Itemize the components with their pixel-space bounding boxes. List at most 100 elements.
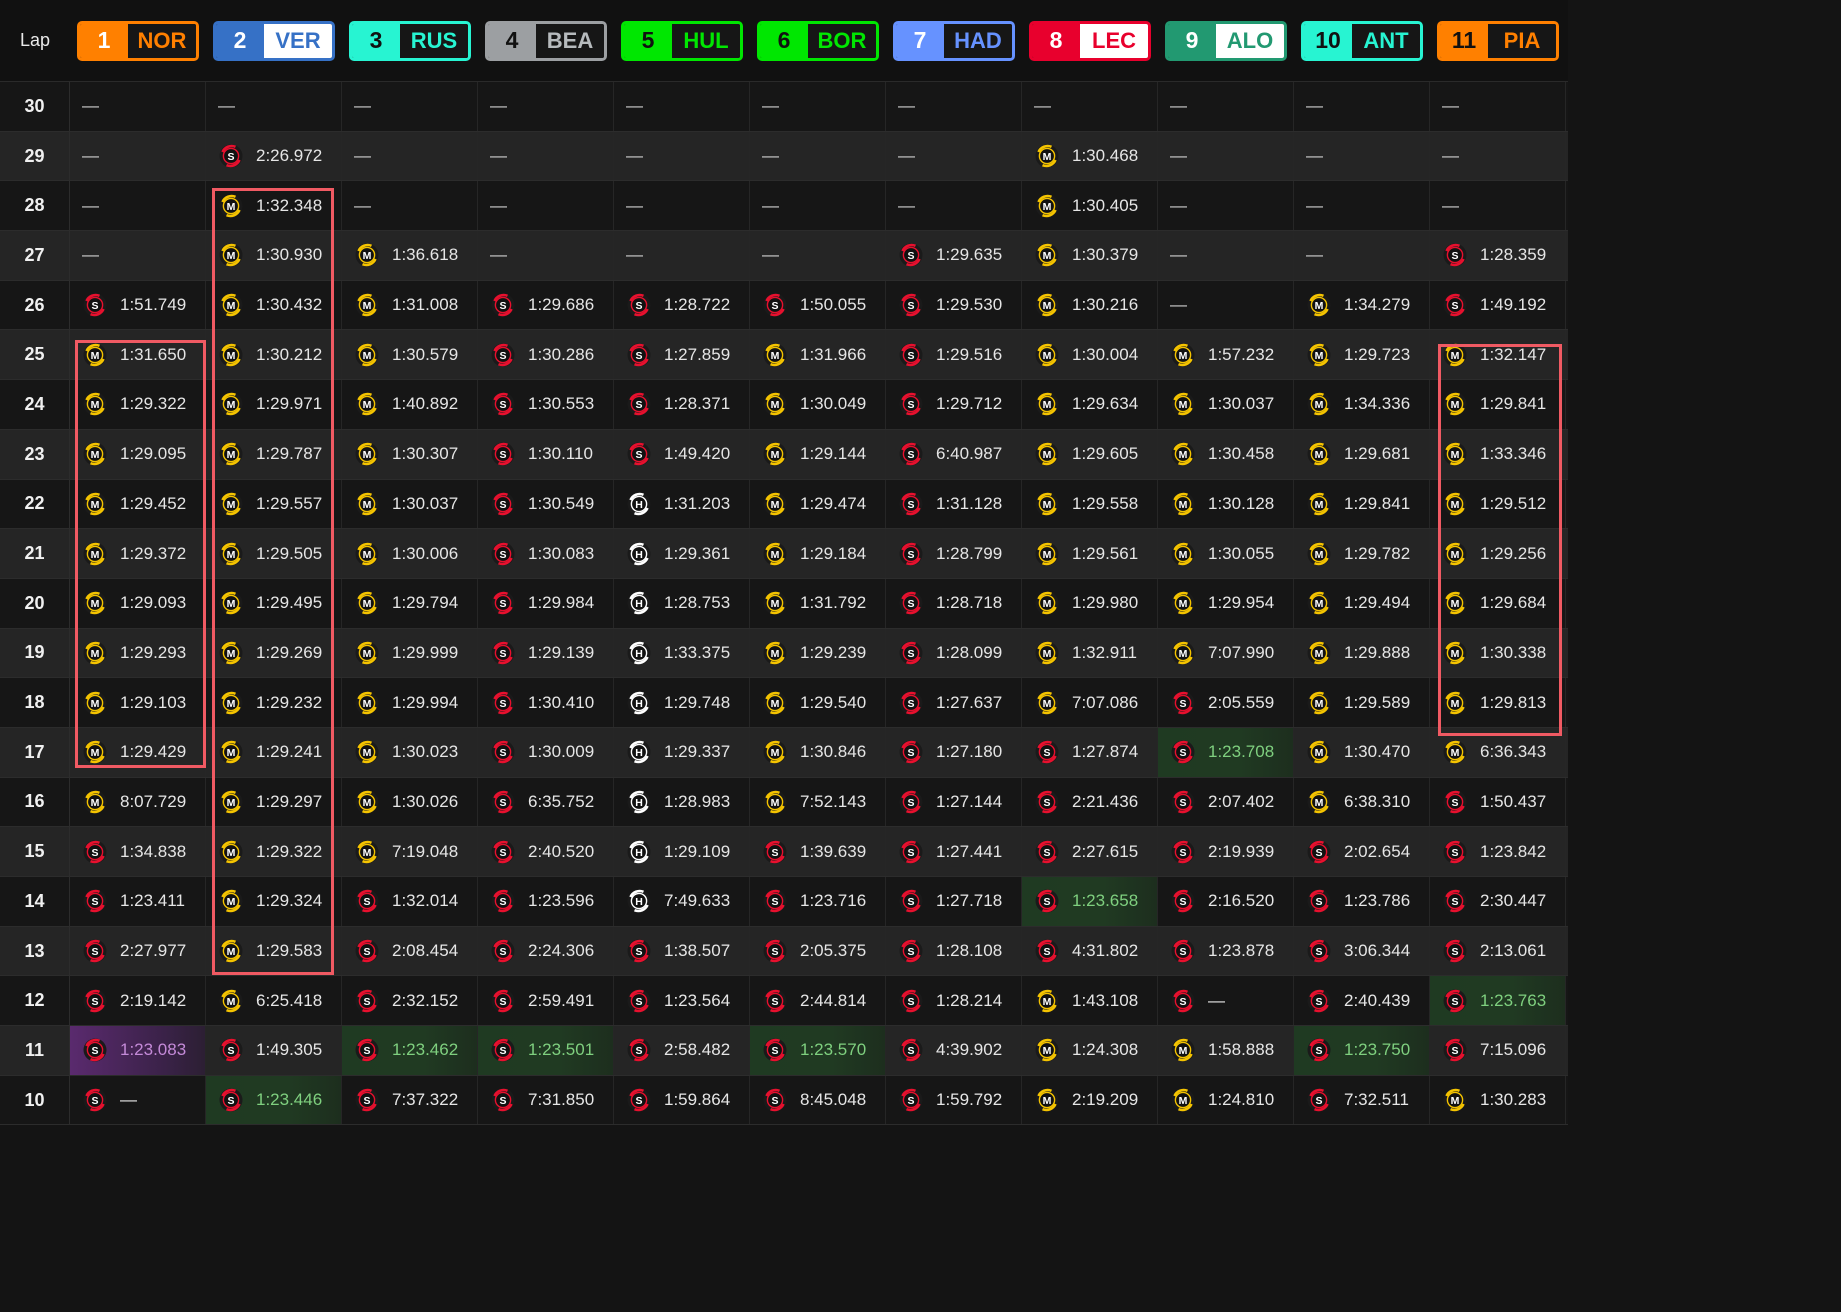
lap-time-cell-hul[interactable]: S 1:28.722 [614, 280, 750, 330]
lap-time-cell-lec[interactable]: M 1:29.980 [1022, 578, 1158, 628]
lap-time-cell-lec[interactable]: M 1:30.004 [1022, 330, 1158, 380]
lap-time-cell-rus[interactable]: M 1:31.008 [342, 280, 478, 330]
lap-time-cell-ver[interactable]: M 1:29.583 [206, 926, 342, 976]
lap-time-cell-ant[interactable]: S 3:06.344 [1294, 926, 1430, 976]
lap-time-cell-bor[interactable]: S 8:45.048 [750, 1075, 886, 1125]
lap-time-cell-lec[interactable]: S 1:27.874 [1022, 727, 1158, 777]
lap-time-cell-bor[interactable]: — [750, 231, 886, 280]
lap-time-cell-alo[interactable]: S 2:05.559 [1158, 678, 1294, 727]
lap-time-cell-nor[interactable]: M 1:29.293 [70, 628, 206, 678]
lap-time-cell-rus[interactable]: M 1:30.037 [342, 479, 478, 529]
lap-time-cell-bea[interactable]: — [478, 131, 614, 181]
lap-time-cell-ver[interactable]: M 1:29.787 [206, 429, 342, 479]
lap-time-cell-nor[interactable]: S 1:23.083 [70, 1026, 206, 1075]
lap-time-cell-had[interactable]: S 1:27.144 [886, 777, 1022, 827]
lap-time-cell-lec[interactable]: M 7:07.086 [1022, 678, 1158, 727]
lap-time-cell-ver[interactable]: M 1:29.322 [206, 827, 342, 876]
lap-time-cell-ver[interactable]: M 1:30.212 [206, 330, 342, 380]
lap-time-cell-pia[interactable]: M 1:30.283 [1430, 1075, 1566, 1125]
lap-time-cell-rus[interactable]: — [342, 131, 478, 181]
lap-time-cell-pia[interactable]: S 1:49.192 [1430, 280, 1566, 330]
lap-time-cell-hul[interactable]: H 1:29.337 [614, 727, 750, 777]
lap-time-cell-alo[interactable]: S 1:23.708 [1158, 727, 1294, 777]
lap-time-cell-alo[interactable]: S 2:19.939 [1158, 827, 1294, 876]
lap-time-cell-bor[interactable]: S 2:05.375 [750, 926, 886, 976]
lap-time-cell-rus[interactable]: M 1:30.006 [342, 529, 478, 578]
lap-time-cell-alo[interactable]: S 2:16.520 [1158, 877, 1294, 926]
lap-time-cell-had[interactable]: S 1:29.516 [886, 330, 1022, 380]
lap-time-cell-had[interactable]: S 1:27.441 [886, 827, 1022, 876]
lap-time-cell-bor[interactable]: — [750, 82, 886, 131]
lap-time-cell-bea[interactable]: S 1:30.286 [478, 330, 614, 380]
lap-time-cell-rus[interactable]: M 1:30.023 [342, 727, 478, 777]
lap-time-cell-ver[interactable]: M 1:29.241 [206, 727, 342, 777]
lap-time-cell-hul[interactable]: S 1:23.564 [614, 976, 750, 1026]
lap-time-cell-pia[interactable]: M 1:30.338 [1430, 628, 1566, 678]
lap-time-cell-lec[interactable]: M 1:43.108 [1022, 976, 1158, 1026]
lap-time-cell-rus[interactable]: M 1:40.892 [342, 380, 478, 429]
lap-time-cell-ver[interactable]: S 1:23.446 [206, 1075, 342, 1125]
lap-time-cell-rus[interactable]: — [342, 181, 478, 231]
lap-time-cell-hul[interactable]: H 1:33.375 [614, 628, 750, 678]
lap-time-cell-bea[interactable]: S 1:30.083 [478, 529, 614, 578]
lap-time-cell-bea[interactable]: S 1:30.549 [478, 479, 614, 529]
lap-time-cell-nor[interactable]: — [70, 231, 206, 280]
lap-time-cell-ant[interactable]: S 2:02.654 [1294, 827, 1430, 876]
lap-time-cell-nor[interactable]: M 1:29.093 [70, 578, 206, 628]
lap-time-cell-ver[interactable]: M 1:29.324 [206, 877, 342, 926]
lap-time-cell-pia[interactable]: — [1430, 131, 1566, 181]
lap-time-cell-hul[interactable]: H 1:29.109 [614, 827, 750, 876]
lap-time-cell-ver[interactable]: — [206, 82, 342, 131]
lap-time-cell-had[interactable]: — [886, 181, 1022, 231]
lap-time-cell-lec[interactable]: S 1:23.658 [1022, 877, 1158, 926]
lap-time-cell-bor[interactable]: S 1:23.716 [750, 877, 886, 926]
lap-time-cell-bea[interactable]: — [478, 181, 614, 231]
lap-time-cell-pia[interactable]: S 1:23.842 [1430, 827, 1566, 876]
lap-time-cell-had[interactable]: — [886, 131, 1022, 181]
lap-time-cell-ant[interactable]: S 7:32.511 [1294, 1075, 1430, 1125]
lap-time-cell-nor[interactable]: M 1:29.429 [70, 727, 206, 777]
lap-time-cell-ant[interactable]: M 1:34.279 [1294, 280, 1430, 330]
lap-time-cell-alo[interactable]: M 1:58.888 [1158, 1026, 1294, 1075]
lap-time-cell-bor[interactable]: M 1:29.474 [750, 479, 886, 529]
lap-time-cell-bea[interactable]: S 1:29.139 [478, 628, 614, 678]
lap-time-cell-lec[interactable]: M 1:29.634 [1022, 380, 1158, 429]
lap-time-cell-alo[interactable]: — [1158, 181, 1294, 231]
lap-time-cell-had[interactable]: S 1:27.180 [886, 727, 1022, 777]
lap-time-cell-bor[interactable]: — [750, 131, 886, 181]
lap-time-cell-ver[interactable]: S 1:49.305 [206, 1026, 342, 1075]
lap-time-cell-ant[interactable]: M 1:29.494 [1294, 578, 1430, 628]
lap-time-cell-alo[interactable]: — [1158, 280, 1294, 330]
lap-time-cell-had[interactable]: — [886, 82, 1022, 131]
lap-time-cell-pia[interactable]: M 1:33.346 [1430, 429, 1566, 479]
lap-time-cell-rus[interactable]: — [342, 82, 478, 131]
lap-time-cell-bea[interactable]: S 2:40.520 [478, 827, 614, 876]
lap-time-cell-bor[interactable]: M 1:29.184 [750, 529, 886, 578]
lap-time-cell-ant[interactable]: — [1294, 181, 1430, 231]
lap-time-cell-pia[interactable]: M 1:29.512 [1430, 479, 1566, 529]
lap-time-cell-nor[interactable]: M 1:29.452 [70, 479, 206, 529]
lap-time-cell-alo[interactable]: — [1158, 231, 1294, 280]
lap-time-cell-nor[interactable]: — [70, 181, 206, 231]
lap-time-cell-ant[interactable]: M 1:30.470 [1294, 727, 1430, 777]
lap-time-cell-lec[interactable]: S 4:31.802 [1022, 926, 1158, 976]
lap-time-cell-nor[interactable]: M 1:31.650 [70, 330, 206, 380]
lap-time-cell-lec[interactable]: S 2:27.615 [1022, 827, 1158, 876]
lap-time-cell-bor[interactable]: M 1:30.049 [750, 380, 886, 429]
lap-time-cell-bea[interactable]: S 2:24.306 [478, 926, 614, 976]
lap-time-cell-hul[interactable]: S 1:38.507 [614, 926, 750, 976]
lap-time-cell-nor[interactable]: S 2:27.977 [70, 926, 206, 976]
lap-time-cell-ant[interactable]: M 1:29.841 [1294, 479, 1430, 529]
lap-time-cell-had[interactable]: S 6:40.987 [886, 429, 1022, 479]
lap-time-cell-had[interactable]: S 1:29.635 [886, 231, 1022, 280]
lap-time-cell-pia[interactable]: S 2:30.447 [1430, 877, 1566, 926]
lap-time-cell-nor[interactable]: — [70, 131, 206, 181]
lap-time-cell-pia[interactable]: — [1430, 82, 1566, 131]
lap-time-cell-ver[interactable]: S 2:26.972 [206, 131, 342, 181]
lap-time-cell-ver[interactable]: M 1:30.432 [206, 280, 342, 330]
driver-badge-bor[interactable]: 6 BOR [757, 20, 879, 61]
lap-time-cell-hul[interactable]: — [614, 131, 750, 181]
driver-badge-nor[interactable]: 1 NOR [77, 20, 199, 61]
lap-time-cell-bea[interactable]: S 1:30.410 [478, 678, 614, 727]
driver-badge-pia[interactable]: 11 PIA [1437, 20, 1559, 61]
